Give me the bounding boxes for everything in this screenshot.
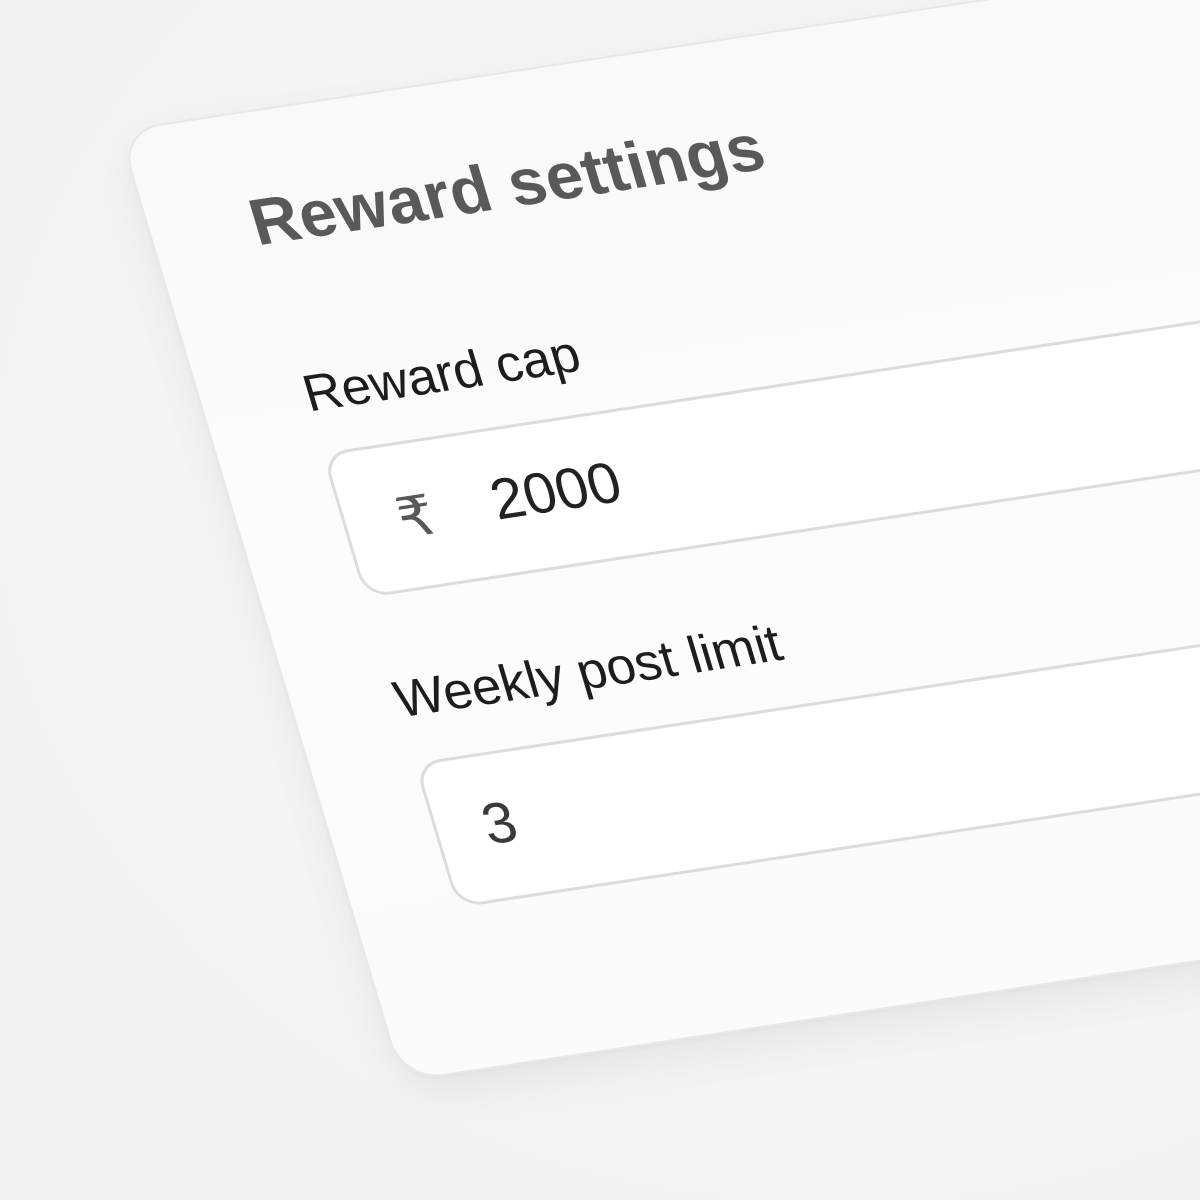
reward-cap-field[interactable]: ₹ xyxy=(321,255,1200,599)
reward-cap-input[interactable] xyxy=(482,363,1194,534)
weekly-post-limit-label: Weekly post limit xyxy=(387,614,789,729)
weekly-post-limit-input[interactable] xyxy=(473,688,1186,859)
page-background: Reward settings Reward cap ₹ Weekly post… xyxy=(0,0,1200,1200)
reward-settings-card: Reward settings Reward cap ₹ Weekly post… xyxy=(118,0,1200,1083)
rupee-icon: ₹ xyxy=(389,483,444,552)
card-title: Reward settings xyxy=(240,109,774,259)
weekly-post-limit-field[interactable] xyxy=(414,565,1200,908)
reward-cap-label: Reward cap xyxy=(296,325,588,424)
